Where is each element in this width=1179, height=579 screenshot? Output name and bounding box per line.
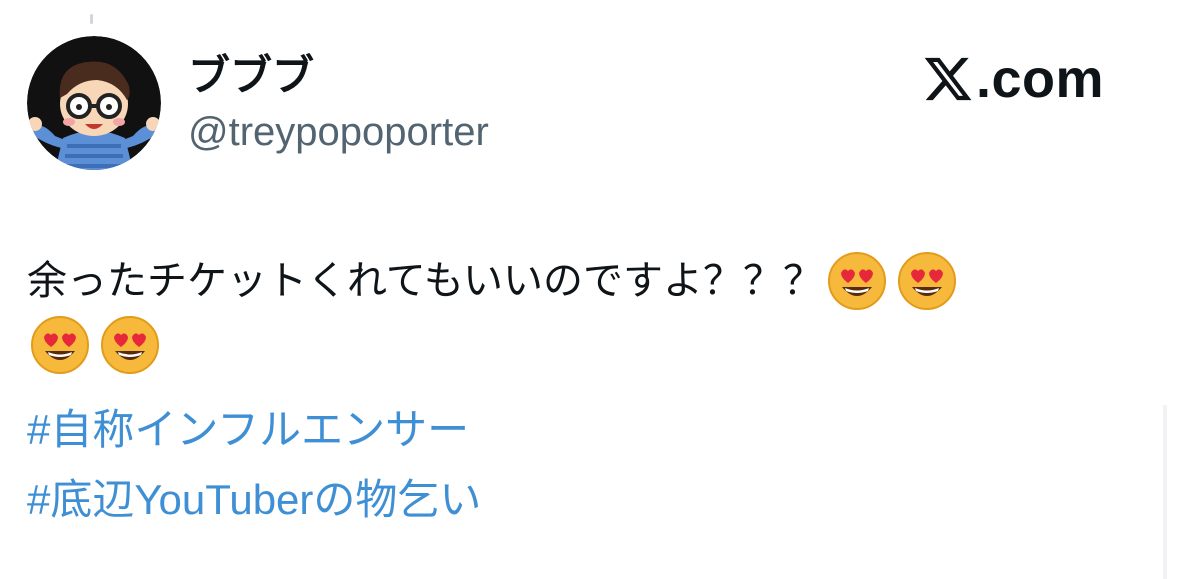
scrollbar-track[interactable] — [1163, 405, 1167, 579]
x-logo-icon — [924, 57, 972, 101]
brand-x-com: .com — [922, 49, 1105, 109]
heart-eyes-emoji — [827, 251, 887, 311]
hashtag-list: #自称インフルエンサー #底辺YouTuberの物乞い — [27, 395, 481, 535]
heart-eyes-emoji — [100, 315, 160, 375]
heart-eyes-emoji — [30, 315, 90, 375]
heart-eyes-emoji — [897, 251, 957, 311]
tweet-body: 余ったチケットくれてもいいのですよ？？？ — [27, 250, 1137, 376]
author-display-name[interactable]: ブブブ — [188, 48, 314, 104]
hashtag-link[interactable]: #自称インフルエンサー — [27, 395, 481, 465]
avatar[interactable] — [27, 36, 161, 170]
tweet-text: 余ったチケットくれてもいいのですよ？？？ — [27, 259, 823, 303]
brand-text: .com — [976, 49, 1105, 109]
hashtag-link[interactable]: #底辺YouTuberの物乞い — [27, 465, 481, 535]
scroll-tick — [90, 14, 93, 24]
avatar-illustration — [27, 36, 161, 170]
author-handle[interactable]: @treypopoporter — [188, 106, 489, 158]
